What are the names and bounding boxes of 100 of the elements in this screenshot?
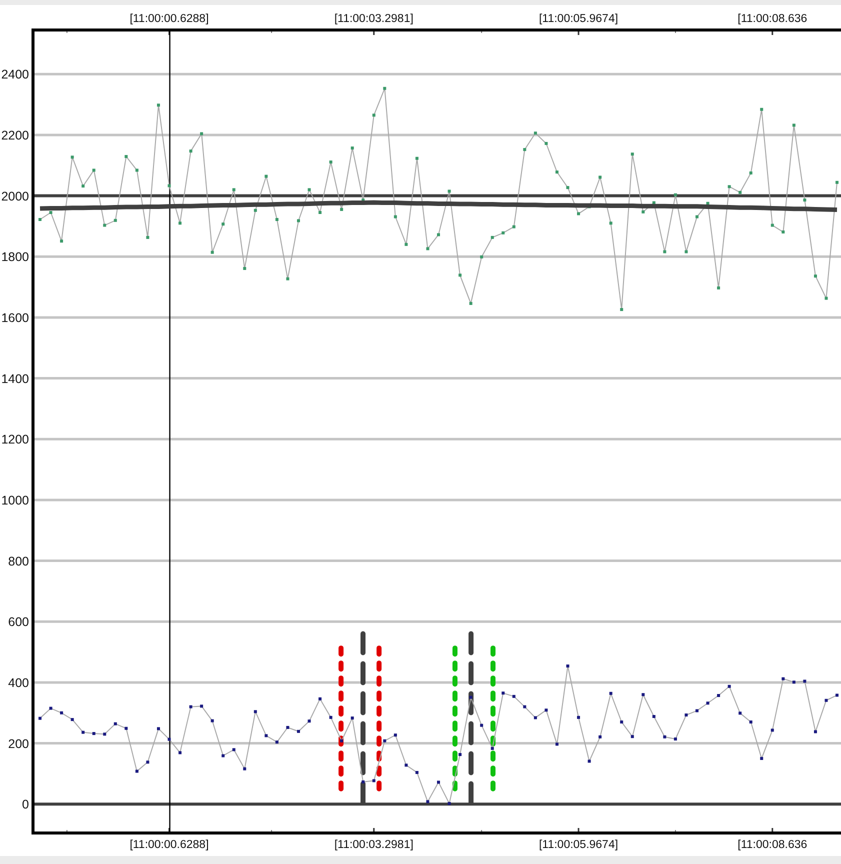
data-point [308,188,311,192]
data-point [706,202,710,205]
data-point [555,170,558,174]
data-point [70,156,74,159]
data-point [275,218,278,221]
data-point [566,664,570,668]
data-point [426,800,430,804]
data-point [200,132,204,136]
axis-label: [11:00:05.9674] [538,839,618,851]
data-point [760,756,764,760]
data-point [502,231,505,234]
data-point [642,693,645,696]
data-point [254,208,257,212]
data-point [437,233,440,236]
data-point [210,719,214,722]
data-point [824,296,828,300]
data-point [426,247,430,250]
data-point [770,224,774,227]
data-point [502,692,505,695]
axis-label: [11:00:05.9674] [538,13,618,25]
data-point [168,738,171,741]
data-point [577,212,580,216]
data-point [404,764,408,767]
data-point [286,726,290,729]
data-point [534,716,537,720]
data-point [264,174,268,178]
data-point [49,211,52,214]
data-point [523,705,526,708]
data-point [92,168,96,172]
data-point [523,148,526,152]
data-point [749,171,752,174]
data-point [792,680,796,684]
data-point [60,240,64,243]
data-point [254,710,257,714]
axis-label: 2400 [1,68,29,82]
data-point [189,150,192,153]
data-point [652,715,656,718]
data-point [469,696,472,699]
data-point [135,770,138,773]
data-point [340,208,344,211]
data-point [222,754,225,758]
data-point [114,722,117,726]
data-point [415,156,418,160]
data-point [49,706,52,710]
data-point [674,738,677,741]
axis-label: 0 [22,798,29,812]
data-point [706,702,710,705]
axis-label: 600 [8,615,29,630]
axis-label: [11:00:03.2981] [334,839,414,851]
data-point [458,753,462,756]
axis-label: 400 [8,676,29,690]
data-point [696,709,698,712]
data-point [404,242,408,246]
data-point [156,727,160,730]
data-point [156,104,160,107]
data-point [297,730,300,733]
data-point [760,108,764,111]
data-point [232,748,236,752]
axis-label: [11:00:00.6288] [130,13,209,25]
data-point [663,735,666,738]
data-point [362,780,365,784]
data-point [38,716,42,720]
data-point [350,716,354,720]
data-point [588,760,591,763]
data-point [792,124,796,127]
axis-label: 200 [8,736,29,751]
axis-label: 1400 [1,372,29,386]
data-point [448,190,451,193]
data-point [124,726,128,730]
data-point [630,152,634,156]
data-point [728,684,731,688]
data-point [340,739,344,742]
data-point [437,780,440,784]
data-point [146,760,150,764]
data-point [490,236,494,239]
axis-label: 1200 [1,432,29,447]
data-point [318,697,322,700]
data-point [480,724,484,727]
data-point [200,704,204,708]
data-point [308,720,311,723]
data-point [329,160,332,164]
data-point [458,274,462,277]
data-point [814,274,817,278]
data-point [232,188,236,192]
data-point [70,718,74,722]
data-point [103,732,106,736]
data-point [609,692,612,695]
data-point [329,716,332,719]
data-point [555,742,558,746]
data-point [146,236,150,239]
axis-label: [11:00:08.636 [738,13,808,25]
data-point [749,720,752,724]
data-point [92,732,96,736]
data-point [836,180,839,184]
axis-label: [11:00:00.6288] [130,839,209,851]
data-point [620,308,624,312]
data-point [770,728,774,732]
data-point [178,751,182,754]
data-point [684,713,688,716]
axis-label: 1600 [1,310,29,325]
